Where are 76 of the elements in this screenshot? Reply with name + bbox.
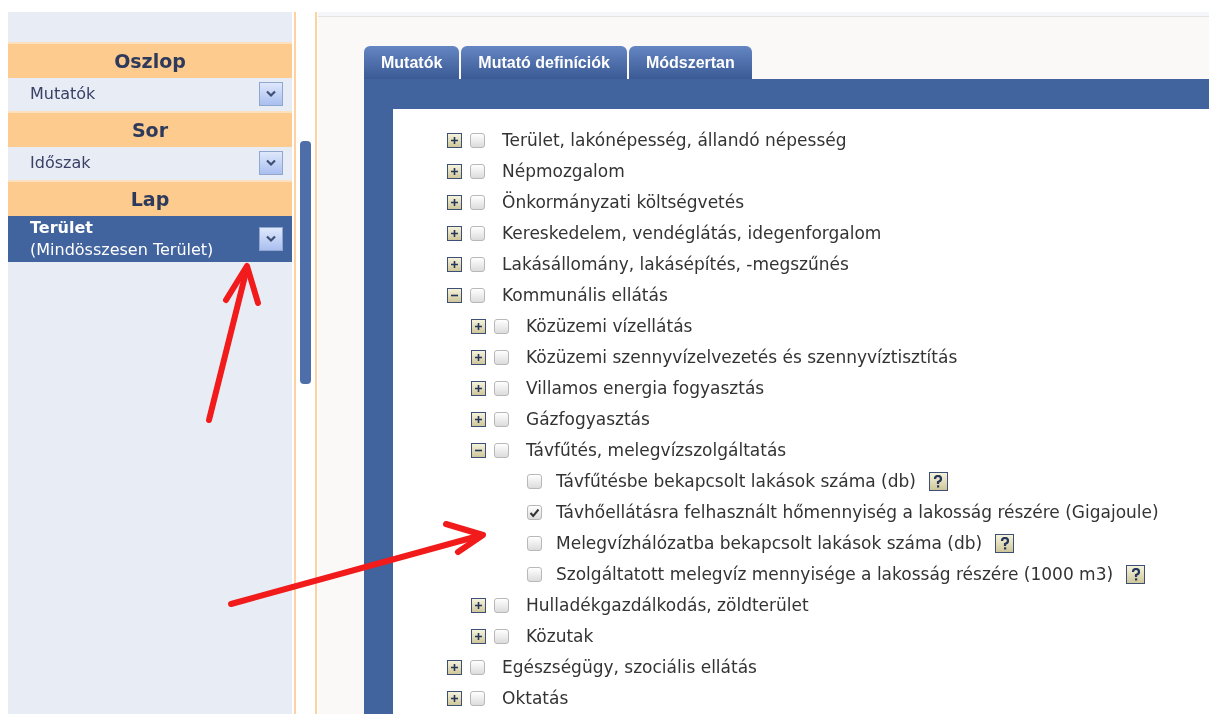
expand-icon[interactable] <box>447 164 462 179</box>
checkbox[interactable] <box>470 133 485 148</box>
checkbox[interactable] <box>470 257 485 272</box>
checkbox[interactable] <box>494 350 509 365</box>
tree-item-label[interactable]: Gázfogyasztás <box>526 406 650 433</box>
dropdown-button[interactable] <box>259 81 283 106</box>
expand-icon[interactable] <box>447 660 462 675</box>
checkbox[interactable] <box>470 691 485 706</box>
section-header: Oszlop <box>8 42 292 78</box>
tree-item-label[interactable]: Önkormányzati költségvetés <box>502 189 745 216</box>
section-header: Sor <box>8 111 292 147</box>
checkbox[interactable] <box>494 443 509 458</box>
help-icon[interactable] <box>1126 565 1146 584</box>
dropdown-button[interactable] <box>259 150 283 175</box>
chevron-down-icon <box>265 158 277 167</box>
tree-item-label[interactable]: Távfűtésbe bekapcsolt lakások száma (db) <box>556 468 916 495</box>
tree-item-label[interactable]: Villamos energia fogyasztás <box>526 375 765 402</box>
collapse-icon[interactable] <box>471 443 486 458</box>
dimension-label: Időszak <box>30 151 91 174</box>
checkbox[interactable] <box>494 598 509 613</box>
expand-icon[interactable] <box>471 629 486 644</box>
expand-icon[interactable] <box>471 319 486 334</box>
checkbox[interactable] <box>494 412 509 427</box>
tree-item-label[interactable]: Távhőellátásra felhasznált hőmennyiség a lakosság részére (Gigajoule) <box>556 499 1159 526</box>
checkbox[interactable] <box>494 381 509 396</box>
tree-item-label[interactable]: Kommunális ellátás <box>502 282 668 309</box>
help-icon[interactable] <box>995 534 1015 553</box>
tree-item-label[interactable]: Közüzemi szennyvízelvezetés és szennyvíztisztítás <box>526 344 958 371</box>
tree-item-label[interactable]: Közüzemi vízellátás <box>526 313 693 340</box>
checkbox[interactable] <box>470 195 485 210</box>
dimension-item[interactable]: Időszak <box>8 147 292 178</box>
tree-item-label[interactable]: Terület, lakónépesség, állandó népesség <box>502 127 847 154</box>
checkbox[interactable] <box>527 474 542 489</box>
expand-icon[interactable] <box>471 350 486 365</box>
tab[interactable]: Mutató definíciók <box>461 46 627 79</box>
checkbox[interactable] <box>470 288 485 303</box>
section-header: Lap <box>8 180 292 216</box>
dimension-label: Terület <box>30 217 94 239</box>
chevron-down-icon <box>265 89 277 98</box>
checkbox[interactable] <box>470 226 485 241</box>
checkbox[interactable] <box>527 505 542 520</box>
dimension-item[interactable]: Terület (Mindösszesen Terület) <box>8 216 292 262</box>
tree-item-label[interactable]: Kereskedelem, vendéglátás, idegenforgalom <box>502 220 882 247</box>
checkmark-icon <box>529 507 540 518</box>
tree-item-label[interactable]: Melegvízhálózatba bekapcsolt lakások száma (db) <box>556 530 983 557</box>
expand-icon[interactable] <box>471 412 486 427</box>
tree-item-label[interactable]: Távfűtés, melegvízszolgáltatás <box>526 437 787 464</box>
tree-item-label[interactable]: Népmozgalom <box>502 158 625 185</box>
expand-icon[interactable] <box>447 133 462 148</box>
expand-icon[interactable] <box>471 598 486 613</box>
collapse-icon[interactable] <box>447 288 462 303</box>
checkbox[interactable] <box>470 164 485 179</box>
tree-item-label[interactable]: Szolgáltatott melegvíz mennyisége a lakosság részére (1000 m3) <box>556 561 1114 588</box>
tree-item-label[interactable]: Egészségügy, szociális ellátás <box>502 654 757 681</box>
dimension-label: Mutatók <box>30 82 96 105</box>
tab[interactable]: Módszertan <box>628 46 752 79</box>
chevron-down-icon <box>265 235 277 243</box>
expand-icon[interactable] <box>447 691 462 706</box>
tree-item-label[interactable]: Oktatás <box>502 685 569 712</box>
tree-item-label[interactable]: Lakásállomány, lakásépítés, -megszűnés <box>502 251 849 278</box>
dimension-item[interactable]: Mutatók <box>8 78 292 109</box>
help-icon[interactable] <box>928 472 948 491</box>
checkbox[interactable] <box>527 567 542 582</box>
tree-item-label[interactable]: Hulladékgazdálkodás, zöldterület <box>526 592 809 619</box>
tab[interactable]: Mutatók <box>364 46 460 79</box>
expand-icon[interactable] <box>471 381 486 396</box>
expand-icon[interactable] <box>447 257 462 272</box>
expand-icon[interactable] <box>447 195 462 210</box>
dropdown-button[interactable] <box>259 227 283 251</box>
checkbox[interactable] <box>494 319 509 334</box>
tree-item-label[interactable]: Közutak <box>526 623 594 650</box>
checkbox[interactable] <box>470 660 485 675</box>
checkbox[interactable] <box>527 536 542 551</box>
dimension-sublabel: (Mindösszesen Terület) <box>30 239 214 261</box>
checkbox[interactable] <box>494 629 509 644</box>
expand-icon[interactable] <box>447 226 462 241</box>
